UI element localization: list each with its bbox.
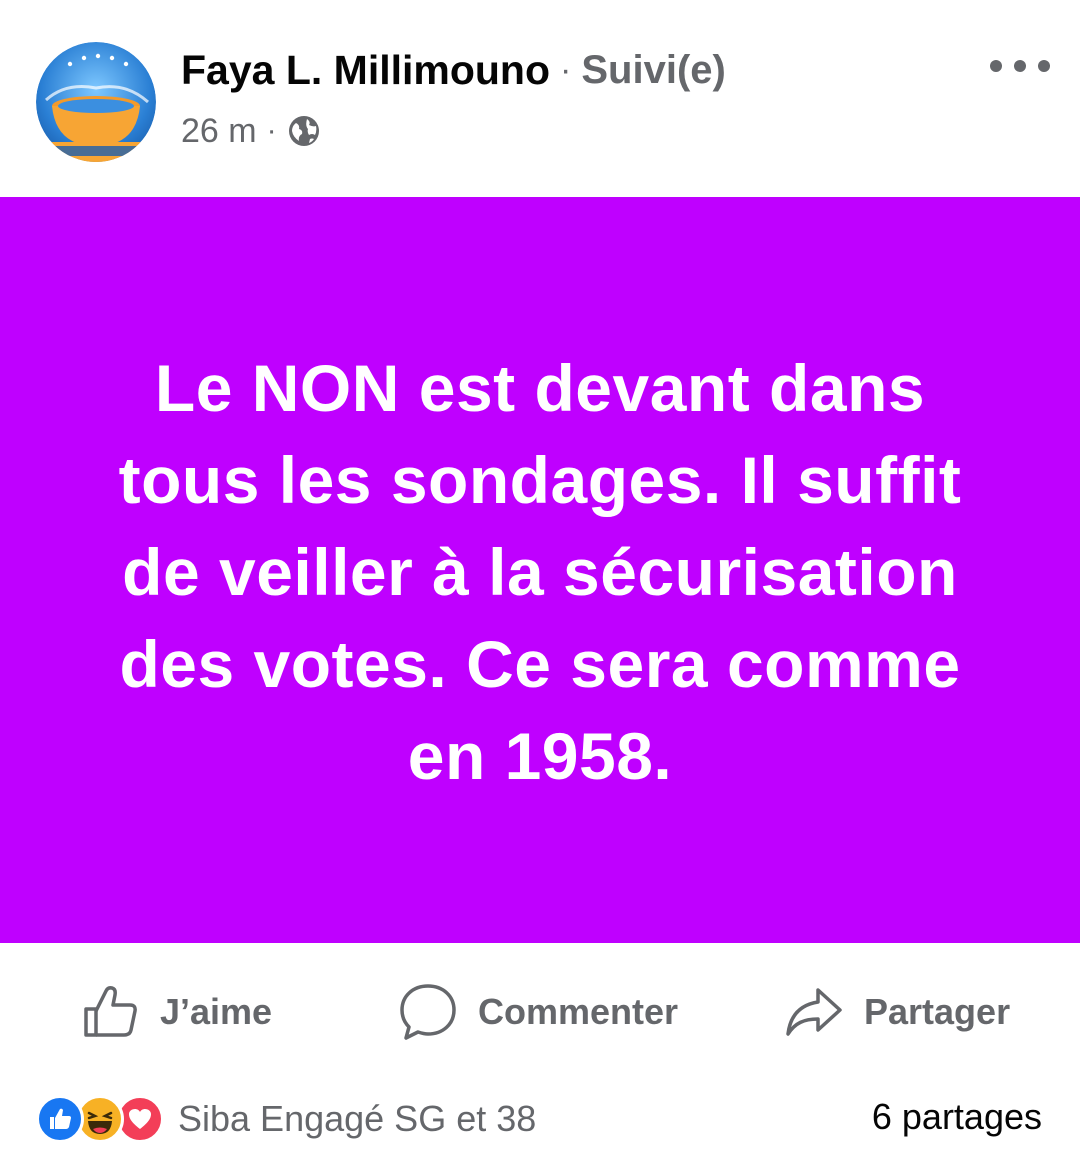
more-options-button[interactable] (990, 48, 1050, 84)
follow-status-button[interactable]: Suivi(e) (581, 48, 725, 93)
author-line: Faya L. Millimouno · Suivi(e) (181, 44, 726, 96)
reactions-footer: Siba Engagé SG et 38 6 partages (0, 1080, 1080, 1160)
like-button[interactable]: J’aime (82, 977, 272, 1047)
reactions-summary[interactable]: Siba Engagé SG et 38 (36, 1094, 536, 1144)
more-horizontal-icon (1014, 60, 1026, 72)
post-header: Faya L. Millimouno · Suivi(e) 26 m · (0, 0, 1080, 196)
like-reaction-icon (36, 1095, 84, 1143)
more-horizontal-icon (990, 60, 1002, 72)
share-arrow-icon (786, 988, 842, 1036)
post-text: Le NON est devant dans tous les sondages… (118, 351, 962, 793)
post-meta: 26 m · (181, 110, 321, 152)
comment-label: Commenter (478, 991, 679, 1032)
comment-button[interactable]: Commenter (398, 977, 678, 1047)
more-horizontal-icon (1038, 60, 1050, 72)
separator-dot: · (560, 50, 572, 89)
comment-bubble-icon (400, 984, 456, 1040)
shares-count[interactable]: 6 partages (872, 1096, 1042, 1138)
facebook-post: Faya L. Millimouno · Suivi(e) 26 m · Le … (0, 0, 1080, 1160)
globe-icon (288, 116, 319, 146)
post-background-card: Le NON est devant dans tous les sondages… (0, 197, 1080, 943)
share-button[interactable]: Partager (784, 977, 1010, 1047)
page-avatar-icon[interactable] (36, 42, 156, 162)
meta-separator-dot: · (266, 114, 277, 147)
author-name[interactable]: Faya L. Millimouno (181, 47, 550, 94)
like-label: J’aime (160, 991, 273, 1032)
thumbs-up-icon (84, 986, 137, 1037)
post-actions-bar: J’aime Commenter Partager (0, 955, 1080, 1065)
share-label: Partager (864, 991, 1011, 1032)
reactions-names: Siba Engagé SG et 38 (178, 1098, 537, 1139)
post-timestamp[interactable]: 26 m (181, 112, 257, 151)
